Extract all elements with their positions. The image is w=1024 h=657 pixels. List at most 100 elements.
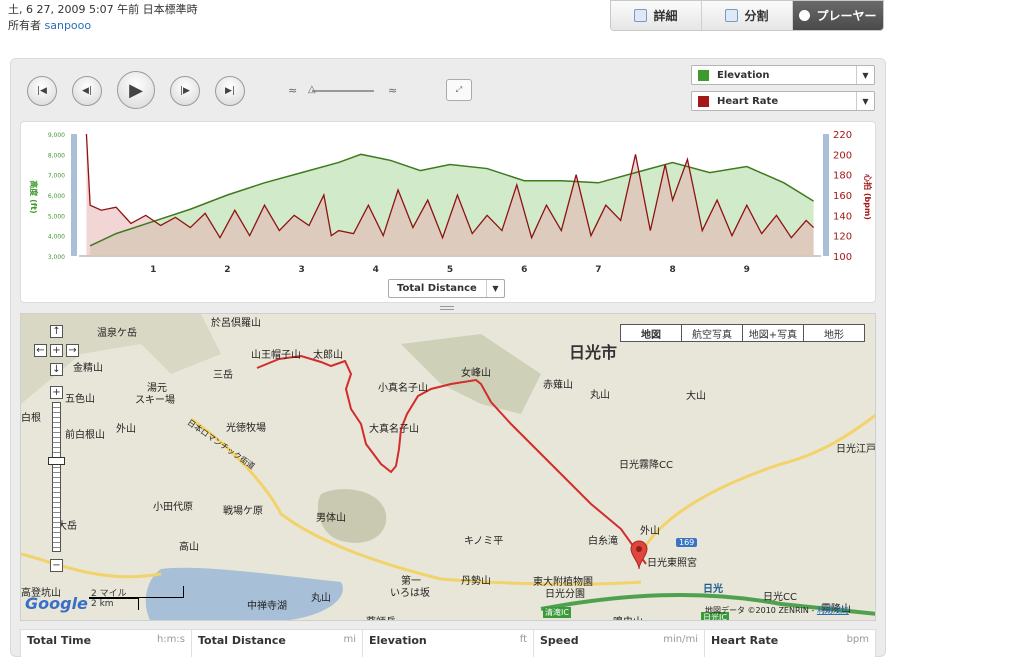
right-tick-label: 140 xyxy=(833,211,852,222)
route-badge: 169 xyxy=(676,538,698,547)
map-type-terrain[interactable]: 地形 xyxy=(803,324,865,342)
stat-unit: min/mi xyxy=(663,634,698,645)
play-button[interactable]: ▶ xyxy=(117,71,155,109)
tab-player-label: プレーヤー xyxy=(816,9,877,23)
route-map[interactable]: 地図 航空写真 地図+写真 地形 日光市 温泉ケ岳 於呂倶羅山 山王帽子山 太郎… xyxy=(20,313,876,621)
map-label: 丹勢山 xyxy=(461,576,491,587)
tab-details-label: 詳細 xyxy=(653,9,678,23)
map-background xyxy=(21,314,875,620)
document-icon xyxy=(634,9,648,22)
stat-label: Total Time xyxy=(27,634,92,647)
chevron-down-icon: ▼ xyxy=(856,92,874,110)
map-scale: 2 マイル 2 km xyxy=(89,586,184,614)
map-label: 白根 xyxy=(21,413,41,424)
skip-to-start-button[interactable]: |◀ xyxy=(27,76,57,106)
x-axis-select[interactable]: Total Distance ▼ xyxy=(388,279,505,298)
x-tick-label: 1 xyxy=(150,265,156,275)
stat-unit: bpm xyxy=(846,634,869,645)
map-label: 日光霧降CC xyxy=(619,460,673,471)
step-forward-icon: |▶ xyxy=(180,86,190,96)
elevation-heart-rate-chart[interactable]: 9,000 8,000 7,000 6,000 5,000 4,000 3,000 220 20… xyxy=(21,122,877,304)
map-label: 前白根山 xyxy=(65,430,105,441)
attribution-text: 地図データ ©2010 ZENRIN - xyxy=(705,606,817,615)
stat-elevation: Elevation ft xyxy=(363,630,534,657)
fullscreen-button[interactable]: ⤢ xyxy=(446,79,472,101)
zoom-slider[interactable] xyxy=(52,402,61,552)
pan-down-button[interactable]: ↓ xyxy=(50,363,63,376)
chart-container: 9,000 8,000 7,000 6,000 5,000 4,000 3,000 220 20… xyxy=(20,121,876,303)
terms-link[interactable]: 利用規約 xyxy=(817,606,849,615)
map-label: 大真名子山 xyxy=(369,424,419,435)
scale-miles: 2 マイル xyxy=(89,586,184,599)
map-label: 丸山 xyxy=(311,593,331,604)
chevron-down-icon: ▼ xyxy=(486,280,504,297)
speed-slider[interactable]: ≈ △ ≈ xyxy=(288,84,408,98)
map-label: スキー場 xyxy=(135,395,175,406)
elevation-swatch xyxy=(698,69,709,81)
scale-km: 2 km xyxy=(89,598,139,610)
pan-right-button[interactable]: → xyxy=(66,344,79,357)
right-tick-label: 160 xyxy=(833,191,852,202)
step-back-button[interactable]: ◀| xyxy=(72,76,102,106)
skip-start-icon: |◀ xyxy=(37,86,47,96)
map-label: キノミ平 xyxy=(464,536,504,547)
left-tick-label: 7,000 xyxy=(48,173,65,180)
activity-header: 土, 6 27, 2009 5:07 午前 日本標準時 所有者 sanpooo xyxy=(8,2,198,34)
map-type-satellite[interactable]: 航空写真 xyxy=(681,324,743,342)
map-label: 日光CC xyxy=(763,592,797,603)
road xyxy=(21,552,162,579)
map-type-map[interactable]: 地図 xyxy=(620,324,682,342)
pan-up-button[interactable]: ↑ xyxy=(50,325,63,338)
step-forward-button[interactable]: |▶ xyxy=(170,76,200,106)
x-tick-label: 9 xyxy=(744,265,750,275)
right-tick-label: 120 xyxy=(833,232,852,243)
map-label: 日光江戸 xyxy=(836,444,876,455)
left-axis-bar xyxy=(71,134,77,256)
map-label: 丸山 xyxy=(590,390,610,401)
map-label: 三岳 xyxy=(213,370,233,381)
pan-left-button[interactable]: ← xyxy=(34,344,47,357)
map-label: 小田代原 xyxy=(153,502,193,513)
zoom-out-button[interactable]: − xyxy=(50,559,63,572)
left-tick-label: 4,000 xyxy=(48,234,65,241)
skip-to-end-button[interactable]: ▶| xyxy=(215,76,245,106)
owner-label: 所有者 xyxy=(8,19,41,32)
pan-reset-button[interactable]: + xyxy=(50,344,63,357)
stat-unit: mi xyxy=(343,634,356,645)
stats-bar: Total Time h:m:s Total Distance mi Elevati… xyxy=(20,629,876,657)
right-tick-label: 100 xyxy=(833,252,852,263)
zoom-in-button[interactable]: + xyxy=(50,386,63,399)
map-label: 男体山 xyxy=(316,513,346,524)
left-tick-label: 8,000 xyxy=(48,152,65,159)
rabbit-icon: ≈ xyxy=(388,84,398,97)
x-tick-label: 7 xyxy=(595,265,601,275)
map-label: 日光分園 xyxy=(545,589,585,600)
stat-heart-rate: Heart Rate bpm xyxy=(705,630,875,657)
map-attribution: 地図データ ©2010 ZENRIN - 利用規約 xyxy=(705,605,849,616)
speed-knob[interactable]: △ xyxy=(308,84,316,95)
map-label: 小真名子山 xyxy=(378,383,428,394)
owner-link[interactable]: sanpooo xyxy=(45,19,92,32)
road xyxy=(639,413,875,555)
map-label: 日光 xyxy=(703,584,723,595)
x-tick-label: 4 xyxy=(373,265,379,275)
secondary-series-select[interactable]: Heart Rate ▼ xyxy=(691,91,875,111)
stat-label: Speed xyxy=(540,634,579,647)
primary-series-select[interactable]: Elevation ▼ xyxy=(691,65,875,85)
tab-splits[interactable]: 分割 xyxy=(702,1,793,30)
stat-unit: ft xyxy=(519,634,527,645)
x-tick-label: 6 xyxy=(521,265,527,275)
stat-speed: Speed min/mi xyxy=(534,630,705,657)
map-label: 清滝IC xyxy=(543,607,571,618)
map-label: 薬師岳 xyxy=(366,613,396,620)
map-type-hybrid[interactable]: 地図+写真 xyxy=(742,324,804,342)
resize-grip[interactable] xyxy=(440,306,454,310)
zoom-slider-knob[interactable] xyxy=(48,457,65,465)
skip-end-icon: ▶| xyxy=(225,86,235,96)
tab-details[interactable]: 詳細 xyxy=(611,1,702,30)
map-marker-icon[interactable] xyxy=(629,540,649,570)
tab-player[interactable]: プレーヤー xyxy=(793,1,883,30)
tab-splits-label: 分割 xyxy=(744,9,769,23)
activity-date: 土, 6 27, 2009 5:07 午前 日本標準時 xyxy=(8,3,198,16)
x-tick-label: 2 xyxy=(224,265,230,275)
